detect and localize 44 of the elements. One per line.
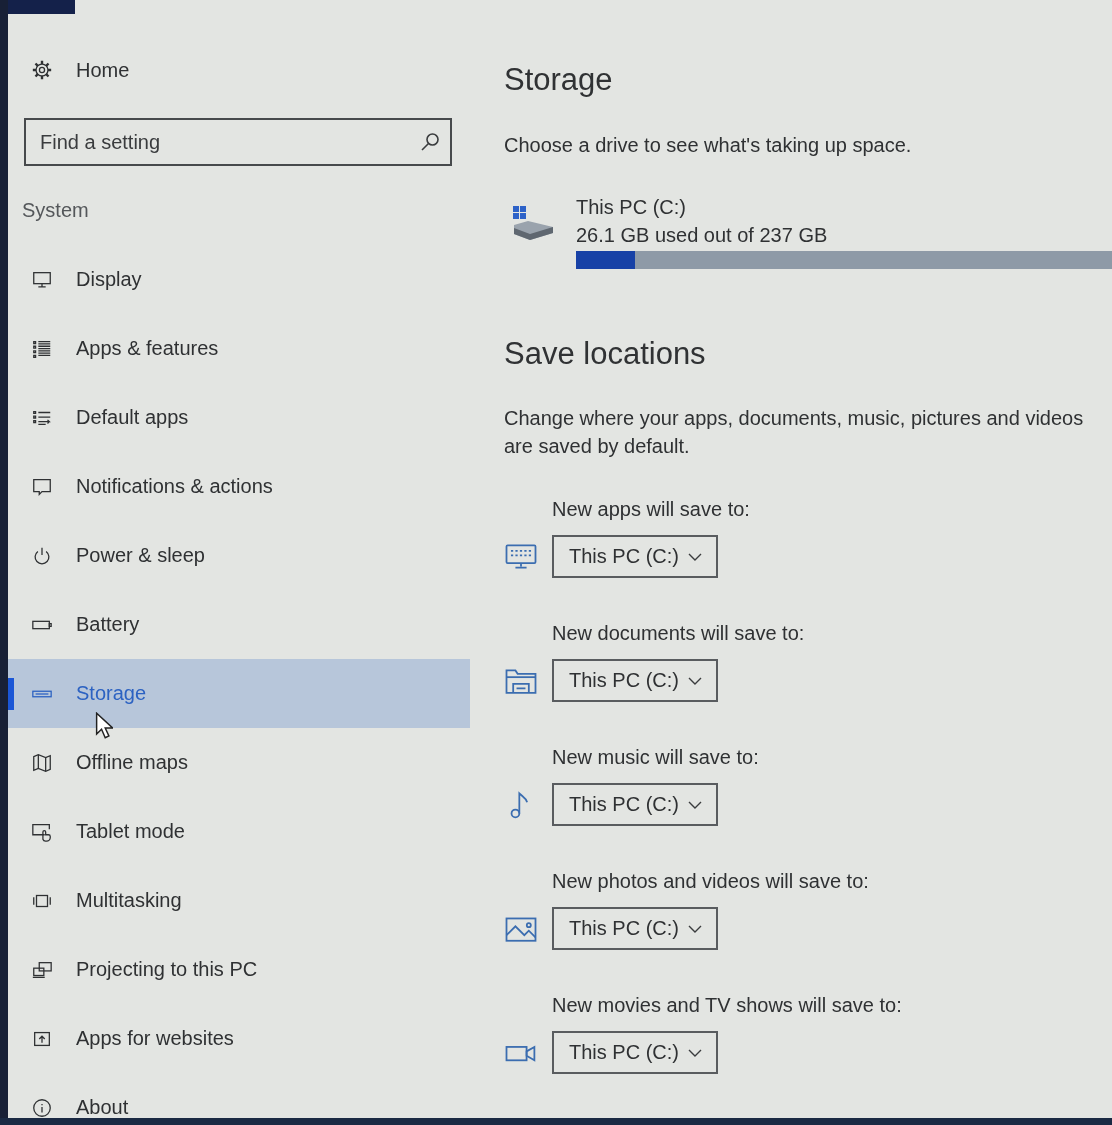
location-dropdown[interactable]: This PC (C:)	[552, 783, 718, 826]
home-button[interactable]: Home	[8, 50, 136, 90]
location-dropdown[interactable]: This PC (C:)	[552, 659, 718, 702]
page-title: Storage	[504, 61, 613, 99]
sidebar-item[interactable]: Tablet mode	[8, 797, 470, 866]
sidebar-item[interactable]: Notifications & actions	[8, 452, 470, 521]
usage-text: 26.1 GB used out of 237 GB	[576, 223, 828, 248]
sidebar-item[interactable]: Default apps	[8, 383, 470, 452]
location-label: New movies and TV shows will save to:	[552, 993, 902, 1018]
chevron-down-icon	[688, 924, 702, 933]
search-icon	[420, 132, 440, 152]
sidebar-item[interactable]: Apps for websites	[8, 1004, 470, 1073]
title-bar-tile	[8, 0, 75, 14]
section-title: Save locations	[504, 335, 706, 373]
description-text: Choose a drive to see what's taking up space.	[504, 133, 912, 158]
info-icon	[30, 1096, 54, 1118]
chevron-down-icon	[688, 800, 702, 809]
search-field[interactable]: Find a setting	[24, 118, 452, 166]
location-label: New apps will save to:	[552, 497, 750, 522]
location-dropdown[interactable]: This PC (C:)	[552, 907, 718, 950]
location-dropdown[interactable]: This PC (C:)	[552, 1031, 718, 1074]
settings-icon	[30, 59, 54, 81]
sidebar-item[interactable]: Display	[8, 245, 470, 314]
monitor-keyboard-icon	[504, 542, 538, 571]
sidebar-item[interactable]: Offline maps	[8, 728, 470, 797]
sidebar-item[interactable]: Projecting to this PC	[8, 935, 470, 1004]
sidebar-item[interactable]: Power & sleep	[8, 521, 470, 590]
sidebar-item[interactable]: Battery	[8, 590, 470, 659]
chevron-down-icon	[688, 1048, 702, 1057]
location-label: New music will save to:	[552, 745, 759, 770]
sidebar-item[interactable]: Multitasking	[8, 866, 470, 935]
chevron-down-icon	[688, 676, 702, 685]
chevron-down-icon	[688, 552, 702, 561]
location-dropdown[interactable]: This PC (C:)	[552, 535, 718, 578]
description-text: Change where your apps, documents, music, pictures and videos are saved by default.	[504, 406, 1085, 459]
drive-name[interactable]: This PC (C:)	[576, 193, 686, 221]
sidebar-item[interactable]: About	[8, 1073, 470, 1118]
sidebar-item[interactable]: Apps & features	[8, 314, 470, 383]
location-label: New documents will save to:	[552, 621, 805, 646]
section-label: System	[22, 198, 89, 223]
location-label: New photos and videos will save to:	[552, 869, 869, 894]
hard-drive-icon	[512, 205, 554, 241]
mouse-cursor-icon	[95, 712, 113, 739]
map-icon	[30, 751, 54, 774]
